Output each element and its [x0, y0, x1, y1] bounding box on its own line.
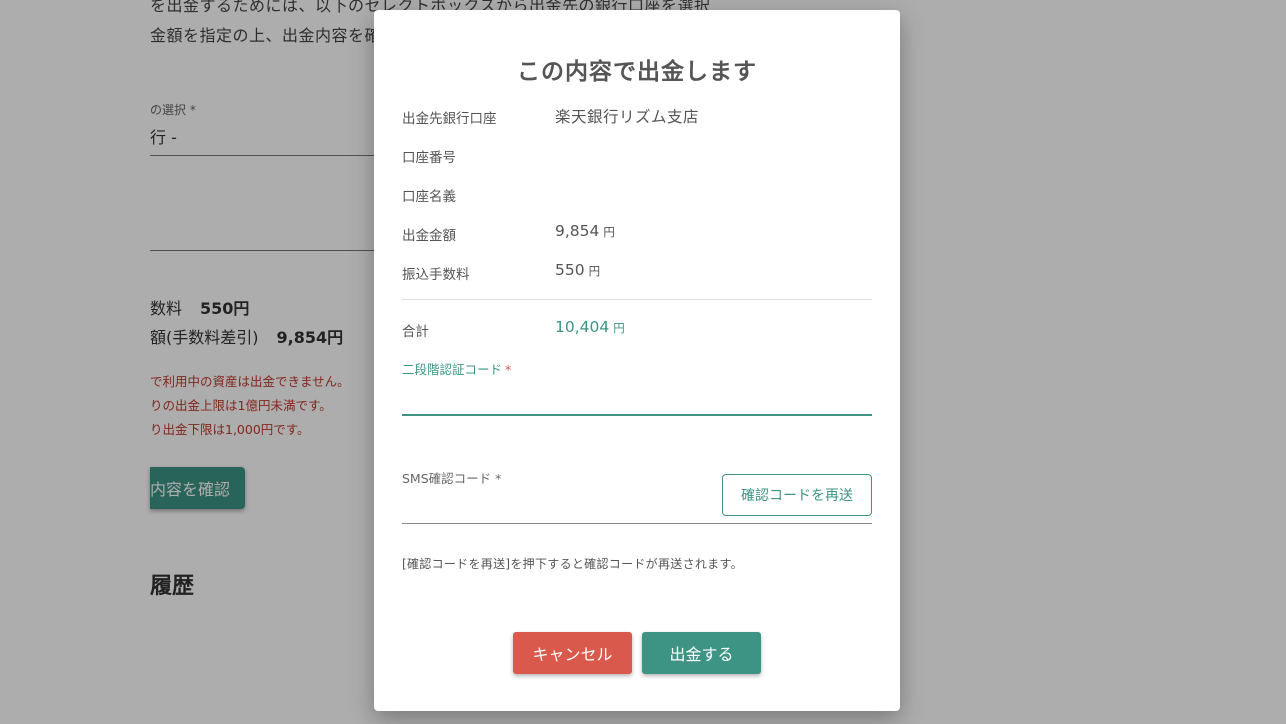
- sms-code-label: SMS確認コード *: [402, 471, 502, 486]
- withdrawal-confirm-dialog: この内容で出金します 出金先銀行口座 楽天銀行リズム支店 口座番号 口座名義 出…: [374, 10, 900, 711]
- detail-row-withdrawal-amount: 出金金額 9,854 円: [402, 222, 872, 248]
- detail-label: 口座番号: [402, 150, 456, 166]
- cancel-button[interactable]: キャンセル: [513, 632, 632, 674]
- two-factor-code-label: 二段階認証コード *: [402, 362, 512, 377]
- withdraw-button[interactable]: 出金する: [642, 632, 761, 674]
- detail-value: 楽天銀行リズム支店: [555, 108, 700, 126]
- total-label: 合計: [402, 324, 429, 340]
- detail-row-account-number: 口座番号: [402, 146, 872, 170]
- required-mark: *: [505, 362, 512, 377]
- resend-note: [確認コードを再送]を押下すると確認コードが再送されます。: [402, 557, 743, 571]
- detail-row-transfer-fee: 振込手数料 550 円: [402, 261, 872, 287]
- detail-row-total: 合計 10,404 円: [402, 318, 872, 344]
- currency-unit: 円: [613, 321, 625, 335]
- detail-label: 口座名義: [402, 189, 456, 205]
- detail-row-bank-account: 出金先銀行口座 楽天銀行リズム支店: [402, 107, 872, 131]
- total-value: 10,404 円: [555, 318, 625, 336]
- dialog-title: この内容で出金します: [517, 59, 757, 85]
- two-factor-code-input[interactable]: [402, 384, 872, 416]
- detail-label: 出金金額: [402, 228, 456, 244]
- detail-label: 振込手数料: [402, 267, 470, 283]
- currency-unit: 円: [588, 264, 601, 278]
- resend-code-button[interactable]: 確認コードを再送: [722, 474, 872, 516]
- currency-unit: 円: [603, 225, 615, 239]
- detail-value: 9,854 円: [555, 222, 615, 240]
- detail-value: 550 円: [555, 261, 601, 279]
- divider: [402, 299, 872, 300]
- detail-label: 出金先銀行口座: [402, 111, 497, 127]
- detail-row-account-holder: 口座名義: [402, 185, 872, 209]
